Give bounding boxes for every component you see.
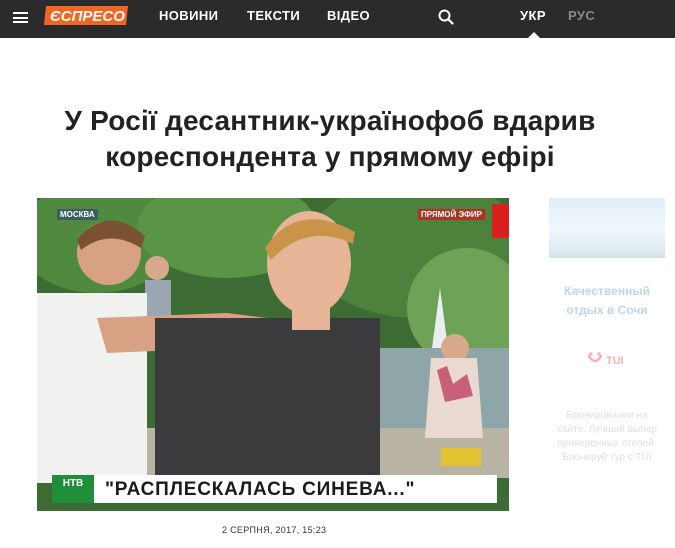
logo-text: ЄСПРЕСО	[50, 8, 125, 25]
site-logo[interactable]: ЄСПРЕСО	[42, 3, 132, 30]
tv-ticker-text: "РАСПЛЕСКАЛАСЬ СИНЕВА..."	[105, 479, 416, 500]
ad-description: Бронирование на сайте. Лучший выбор пров…	[557, 410, 657, 463]
search-icon[interactable]	[438, 9, 454, 25]
menu-icon[interactable]	[13, 12, 28, 23]
headline-line-2: кореспондента у прямому ефірі	[105, 141, 555, 172]
tui-logo-icon: TUI	[585, 350, 629, 372]
live-broadcast-tag: ПРЯМОЙ ЭФИР	[418, 209, 485, 220]
top-navigation-bar: ЄСПРЕСО НОВИНИ ТЕКСТИ ВІДЕО УКР РУС	[0, 0, 675, 38]
nav-video[interactable]: ВІДЕО	[327, 0, 370, 38]
active-language-indicator	[528, 32, 540, 38]
sidebar-advertisement[interactable]: Качественный отдых в Сочи TUI Бронирован…	[549, 198, 665, 518]
language-rus[interactable]: РУС	[568, 0, 595, 38]
ad-brand: TUI	[606, 355, 624, 367]
article-video-still[interactable]: МОСКВА ПРЯМОЙ ЭФИР НТВ "РАСПЛЕСКАЛАСЬ СИ…	[37, 198, 509, 511]
nav-news[interactable]: НОВИНИ	[159, 0, 218, 38]
article-headline: У Росії десантник-українофоб вдарив коре…	[20, 103, 640, 175]
espreso-logo-icon: ЄСПРЕСО	[44, 6, 128, 25]
tv-channel-corner-logo	[492, 204, 509, 238]
headline-line-1: У Росії десантник-українофоб вдарив	[64, 105, 596, 136]
article-date: 2 СЕРПНЯ, 2017, 15:23	[222, 525, 327, 535]
location-tag: МОСКВА	[57, 209, 98, 220]
video-frame-image	[37, 198, 509, 511]
nav-texts[interactable]: ТЕКСТИ	[247, 0, 300, 38]
ad-image[interactable]	[549, 198, 665, 258]
ntv-logo-icon: НТВ	[62, 478, 84, 489]
ad-title[interactable]: Качественный отдых в Сочи	[549, 282, 665, 320]
